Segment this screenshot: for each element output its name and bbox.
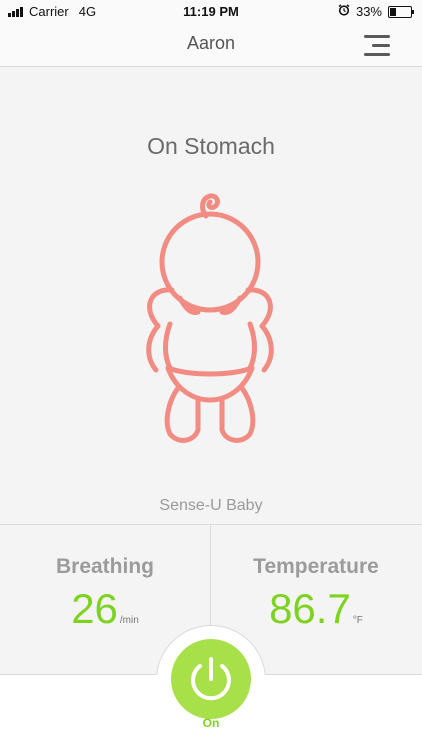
breathing-label: Breathing [55,555,154,578]
breathing-value-row: 26/min [0,585,210,633]
temperature-value-row: 86.7 °F [211,585,421,633]
temperature-value: 86.7 [269,585,351,632]
temperature-label: Temperature [253,555,379,578]
navigation-bar: Aaron [0,22,422,67]
alarm-clock-icon [338,4,350,19]
temperature-unit: °F [352,615,363,626]
breathing-unit: /min [119,615,139,626]
device-name: Sense-U Baby [159,497,263,514]
battery-percentage: 33% [355,4,382,19]
power-button[interactable] [171,639,251,719]
battery-icon [388,5,414,18]
status-right: 33% [338,4,414,19]
status-bar: Carrier 4G 11:19 PM 33% [0,0,422,22]
power-status-label: On [202,716,220,730]
power-icon [191,657,231,701]
baby-on-stomach-illustration [140,190,280,445]
sleep-position-label: On Stomach [147,133,275,159]
hamburger-menu-icon[interactable] [364,32,392,58]
page-title: Aaron [186,33,236,53]
breathing-value: 26 [71,585,118,632]
